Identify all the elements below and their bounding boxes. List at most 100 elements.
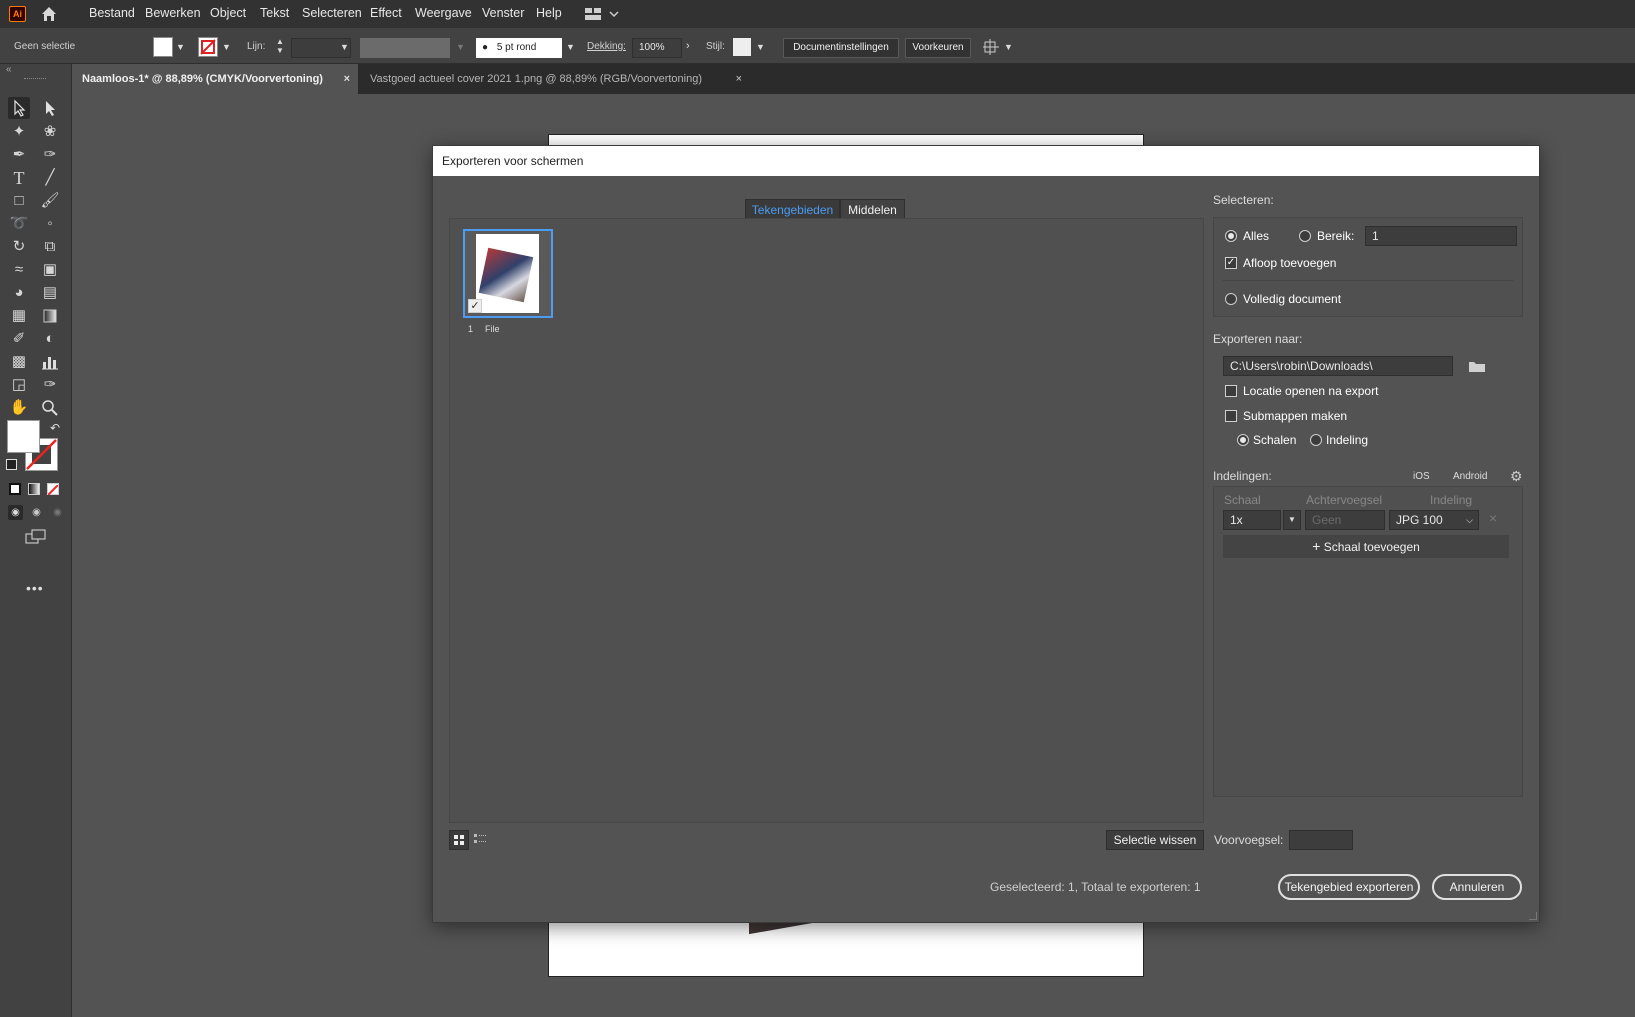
- scale-tool-icon[interactable]: ⧉: [39, 236, 61, 258]
- scale-select[interactable]: 1x: [1223, 510, 1281, 530]
- remove-scale-icon[interactable]: ×: [1489, 510, 1497, 526]
- gradient-tool-icon[interactable]: [39, 305, 61, 327]
- prefix-input[interactable]: [1289, 830, 1353, 850]
- chevron-down-icon[interactable]: ▼: [566, 42, 575, 52]
- screen-mode-icon[interactable]: [25, 529, 47, 545]
- menu-venster[interactable]: Venster: [482, 6, 524, 20]
- stroke-swatch[interactable]: [198, 37, 218, 57]
- color-mode-icon[interactable]: [9, 483, 21, 495]
- ios-preset[interactable]: iOS: [1413, 471, 1430, 482]
- workspace-switcher-icon[interactable]: [585, 7, 621, 21]
- chevron-down-icon[interactable]: ▼: [1004, 42, 1013, 52]
- artboard-tool-icon[interactable]: ◲: [8, 374, 30, 396]
- fill-swatch[interactable]: [153, 37, 173, 57]
- paintbrush-tool-icon[interactable]: 🖌: [39, 190, 61, 212]
- pen-tool-icon[interactable]: ✒: [8, 144, 30, 166]
- bleed-label[interactable]: Afloop toevoegen: [1243, 256, 1336, 270]
- menu-tekst[interactable]: Tekst: [260, 6, 289, 20]
- draw-inside-icon[interactable]: ◉: [50, 505, 65, 520]
- mesh-tool-icon[interactable]: ▦: [8, 305, 30, 327]
- width-tool-icon[interactable]: ≈: [8, 259, 30, 281]
- tab-artboards[interactable]: Tekengebieden: [745, 199, 840, 219]
- chevron-down-icon[interactable]: ▼: [176, 42, 185, 52]
- add-scale-button[interactable]: + Schaal toevoegen: [1223, 535, 1509, 558]
- slice-tool-icon[interactable]: ✑: [39, 374, 61, 396]
- suffix-input[interactable]: Geen: [1305, 510, 1385, 530]
- tab-document-2[interactable]: Vastgoed actueel cover 2021 1.png @ 88,8…: [360, 64, 750, 94]
- perspective-grid-tool-icon[interactable]: ▤: [39, 282, 61, 304]
- zoom-tool-icon[interactable]: [39, 397, 61, 419]
- menu-effect[interactable]: Effect: [370, 6, 402, 20]
- bleed-checkbox[interactable]: ✓: [1225, 257, 1237, 269]
- symbol-sprayer-tool-icon[interactable]: ▩: [8, 351, 30, 373]
- line-tool-icon[interactable]: ╱: [39, 167, 61, 189]
- type-tool-icon[interactable]: T: [8, 167, 30, 189]
- menu-bewerken[interactable]: Bewerken: [145, 6, 201, 20]
- column-graph-tool-icon[interactable]: [39, 351, 61, 373]
- none-mode-icon[interactable]: [47, 483, 59, 496]
- grid-view-button[interactable]: [449, 830, 469, 850]
- document-settings-button[interactable]: Documentinstellingen: [783, 38, 899, 58]
- direct-selection-tool-icon[interactable]: [39, 97, 61, 119]
- android-preset[interactable]: Android: [1453, 471, 1487, 482]
- rotate-tool-icon[interactable]: ↻: [8, 236, 30, 258]
- curvature-tool-icon[interactable]: ✑: [39, 144, 61, 166]
- chevron-down-icon[interactable]: ▼: [222, 42, 231, 52]
- preferences-button[interactable]: Voorkeuren: [905, 38, 971, 58]
- radio-range-label[interactable]: Bereik:: [1317, 229, 1354, 243]
- brush-definition[interactable]: ● 5 pt rond: [476, 38, 562, 58]
- style-swatch[interactable]: [733, 38, 751, 56]
- home-icon[interactable]: [40, 5, 58, 23]
- clear-selection-button[interactable]: Selectie wissen: [1106, 830, 1204, 850]
- eyedropper-tool-icon[interactable]: ✐: [8, 328, 30, 350]
- shaper-tool-icon[interactable]: ➰: [8, 213, 30, 235]
- selection-tool-icon[interactable]: [8, 97, 30, 119]
- panel-collapse-icon[interactable]: «: [6, 64, 12, 75]
- range-input[interactable]: 1: [1365, 226, 1517, 246]
- swap-fill-stroke-icon[interactable]: ↶: [50, 421, 60, 435]
- close-icon[interactable]: ×: [344, 64, 350, 94]
- radio-range[interactable]: [1299, 230, 1311, 242]
- lasso-tool-icon[interactable]: ❀: [39, 121, 61, 143]
- blend-tool-icon[interactable]: ◐: [39, 328, 61, 350]
- cancel-button[interactable]: Annuleren: [1432, 874, 1522, 900]
- resize-grip-icon[interactable]: [1529, 912, 1537, 920]
- gear-icon[interactable]: ⚙: [1510, 468, 1523, 485]
- radio-scale[interactable]: [1237, 434, 1249, 446]
- subfolders-label[interactable]: Submappen maken: [1243, 409, 1347, 423]
- draw-normal-icon[interactable]: ◉: [8, 505, 23, 520]
- open-location-label[interactable]: Locatie openen na export: [1243, 384, 1378, 398]
- chevron-right-icon[interactable]: ›: [686, 40, 690, 52]
- open-location-checkbox[interactable]: [1225, 385, 1237, 397]
- chevron-down-icon[interactable]: ▼: [340, 42, 349, 52]
- opacity-label[interactable]: Dekking:: [587, 41, 626, 52]
- draw-behind-icon[interactable]: ◉: [29, 505, 44, 520]
- hand-tool-icon[interactable]: ✋: [8, 397, 30, 419]
- rectangle-tool-icon[interactable]: □: [8, 190, 30, 212]
- artboard-thumbnail[interactable]: ✓: [463, 229, 553, 318]
- gradient-mode-icon[interactable]: [28, 483, 40, 495]
- eraser-tool-icon[interactable]: ◦: [39, 213, 61, 235]
- menu-help[interactable]: Help: [536, 6, 562, 20]
- free-transform-tool-icon[interactable]: ▣: [39, 259, 61, 281]
- list-view-button[interactable]: [471, 830, 491, 850]
- menu-selecteren[interactable]: Selecteren: [302, 6, 362, 20]
- opacity-field[interactable]: 100%: [632, 38, 682, 58]
- chevron-down-icon[interactable]: ▼: [756, 42, 765, 52]
- export-artboard-button[interactable]: Tekengebied exporteren: [1278, 874, 1420, 900]
- radio-format[interactable]: [1310, 434, 1322, 446]
- menu-object[interactable]: Object: [210, 6, 246, 20]
- close-icon[interactable]: ×: [736, 64, 742, 94]
- radio-all[interactable]: [1225, 230, 1237, 242]
- menu-weergave[interactable]: Weergave: [415, 6, 472, 20]
- thumbnail-checkbox[interactable]: ✓: [468, 299, 482, 313]
- export-path-field[interactable]: C:\Users\robin\Downloads\: [1223, 356, 1453, 376]
- radio-format-label[interactable]: Indeling: [1326, 433, 1368, 447]
- stroke-stepper[interactable]: ▲ ▼: [276, 37, 288, 57]
- variable-width-profile[interactable]: [360, 38, 450, 58]
- menu-bestand[interactable]: Bestand: [89, 6, 135, 20]
- tab-document-1[interactable]: Naamloos-1* @ 88,89% (CMYK/Voorvertoning…: [72, 64, 358, 94]
- default-fill-stroke-icon[interactable]: [6, 459, 17, 470]
- radio-full-document[interactable]: [1225, 293, 1237, 305]
- radio-all-label[interactable]: Alles: [1243, 229, 1269, 243]
